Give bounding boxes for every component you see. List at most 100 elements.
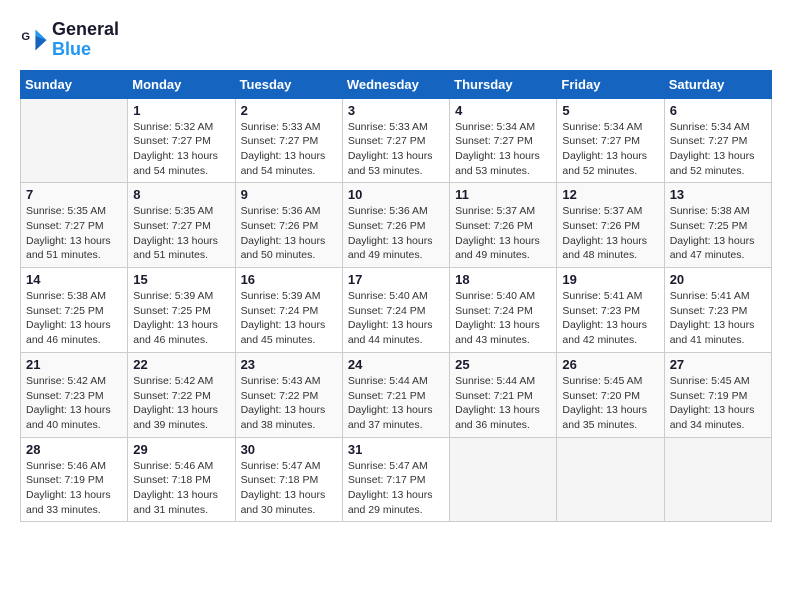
day-cell — [21, 98, 128, 183]
day-cell: 12 Sunrise: 5:37 AMSunset: 7:26 PMDayligh… — [557, 183, 664, 268]
day-cell: 19Sunrise: 5:41 AMSunset: 7:23 PMDayligh… — [557, 268, 664, 353]
day-info: Sunrise: 5:46 AMSunset: 7:18 PMDaylight:… — [133, 459, 229, 518]
day-number: 3 — [348, 103, 444, 118]
day-cell: 5 Sunrise: 5:34 AMSunset: 7:27 PMDaylight… — [557, 98, 664, 183]
day-cell: 27 Sunrise: 5:45 AMSunset: 7:19 PMDayligh… — [664, 352, 771, 437]
day-number: 25 — [455, 357, 551, 372]
day-number: 1 — [133, 103, 229, 118]
day-cell — [450, 437, 557, 522]
day-cell: 30Sunrise: 5:47 AMSunset: 7:18 PMDayligh… — [235, 437, 342, 522]
header-cell-monday: Monday — [128, 70, 235, 98]
day-info: Sunrise: 5:40 AMSunset: 7:24 PMDaylight:… — [348, 289, 444, 348]
day-info: Sunrise: 5:43 AMSunset: 7:22 PMDaylight:… — [241, 374, 337, 433]
day-info: Sunrise: 5:44 AMSunset: 7:21 PMDaylight:… — [455, 374, 551, 433]
day-info: Sunrise: 5:38 AMSunset: 7:25 PMDaylight:… — [26, 289, 122, 348]
day-info: Sunrise: 5:47 AMSunset: 7:17 PMDaylight:… — [348, 459, 444, 518]
day-number: 10 — [348, 187, 444, 202]
day-cell: 25 Sunrise: 5:44 AMSunset: 7:21 PMDayligh… — [450, 352, 557, 437]
day-cell: 24 Sunrise: 5:44 AMSunset: 7:21 PMDayligh… — [342, 352, 449, 437]
day-cell: 11Sunrise: 5:37 AMSunset: 7:26 PMDayligh… — [450, 183, 557, 268]
day-info: Sunrise: 5:36 AMSunset: 7:26 PMDaylight:… — [241, 204, 337, 263]
header-cell-friday: Friday — [557, 70, 664, 98]
logo-icon: G — [20, 26, 48, 54]
day-cell: 22 Sunrise: 5:42 AMSunset: 7:22 PMDayligh… — [128, 352, 235, 437]
day-number: 11 — [455, 187, 551, 202]
day-info: Sunrise: 5:35 AMSunset: 7:27 PMDaylight:… — [133, 204, 229, 263]
day-cell: 28 Sunrise: 5:46 AMSunset: 7:19 PMDayligh… — [21, 437, 128, 522]
day-cell: 23 Sunrise: 5:43 AMSunset: 7:22 PMDayligh… — [235, 352, 342, 437]
day-number: 17 — [348, 272, 444, 287]
day-number: 22 — [133, 357, 229, 372]
day-info: Sunrise: 5:45 AMSunset: 7:19 PMDaylight:… — [670, 374, 766, 433]
week-row-5: 28 Sunrise: 5:46 AMSunset: 7:19 PMDayligh… — [21, 437, 772, 522]
day-number: 23 — [241, 357, 337, 372]
day-cell: 16 Sunrise: 5:39 AMSunset: 7:24 PMDayligh… — [235, 268, 342, 353]
day-info: Sunrise: 5:34 AMSunset: 7:27 PMDaylight:… — [670, 120, 766, 179]
day-info: Sunrise: 5:42 AMSunset: 7:23 PMDaylight:… — [26, 374, 122, 433]
day-cell: 20 Sunrise: 5:41 AMSunset: 7:23 PMDayligh… — [664, 268, 771, 353]
header-cell-thursday: Thursday — [450, 70, 557, 98]
svg-text:G: G — [21, 31, 30, 43]
day-info: Sunrise: 5:36 AMSunset: 7:26 PMDaylight:… — [348, 204, 444, 263]
day-info: Sunrise: 5:35 AMSunset: 7:27 PMDaylight:… — [26, 204, 122, 263]
week-row-1: 1Sunrise: 5:32 AMSunset: 7:27 PMDaylight… — [21, 98, 772, 183]
day-info: Sunrise: 5:38 AMSunset: 7:25 PMDaylight:… — [670, 204, 766, 263]
day-cell: 29 Sunrise: 5:46 AMSunset: 7:18 PMDayligh… — [128, 437, 235, 522]
week-row-2: 7Sunrise: 5:35 AMSunset: 7:27 PMDaylight… — [21, 183, 772, 268]
day-cell: 31Sunrise: 5:47 AMSunset: 7:17 PMDayligh… — [342, 437, 449, 522]
day-number: 24 — [348, 357, 444, 372]
day-number: 5 — [562, 103, 658, 118]
day-cell: 6 Sunrise: 5:34 AMSunset: 7:27 PMDaylight… — [664, 98, 771, 183]
logo-text: General Blue — [52, 20, 119, 60]
day-number: 4 — [455, 103, 551, 118]
day-number: 16 — [241, 272, 337, 287]
day-info: Sunrise: 5:34 AMSunset: 7:27 PMDaylight:… — [562, 120, 658, 179]
day-number: 29 — [133, 442, 229, 457]
day-cell: 4 Sunrise: 5:34 AMSunset: 7:27 PMDaylight… — [450, 98, 557, 183]
day-cell: 21Sunrise: 5:42 AMSunset: 7:23 PMDayligh… — [21, 352, 128, 437]
day-cell — [557, 437, 664, 522]
day-info: Sunrise: 5:47 AMSunset: 7:18 PMDaylight:… — [241, 459, 337, 518]
day-info: Sunrise: 5:42 AMSunset: 7:22 PMDaylight:… — [133, 374, 229, 433]
day-number: 12 — [562, 187, 658, 202]
day-cell: 26Sunrise: 5:45 AMSunset: 7:20 PMDayligh… — [557, 352, 664, 437]
day-number: 15 — [133, 272, 229, 287]
header-cell-wednesday: Wednesday — [342, 70, 449, 98]
day-info: Sunrise: 5:39 AMSunset: 7:24 PMDaylight:… — [241, 289, 337, 348]
day-info: Sunrise: 5:39 AMSunset: 7:25 PMDaylight:… — [133, 289, 229, 348]
week-row-3: 14 Sunrise: 5:38 AMSunset: 7:25 PMDayligh… — [21, 268, 772, 353]
calendar-header: SundayMondayTuesdayWednesdayThursdayFrid… — [21, 70, 772, 98]
day-info: Sunrise: 5:33 AMSunset: 7:27 PMDaylight:… — [348, 120, 444, 179]
day-info: Sunrise: 5:44 AMSunset: 7:21 PMDaylight:… — [348, 374, 444, 433]
calendar-body: 1Sunrise: 5:32 AMSunset: 7:27 PMDaylight… — [21, 98, 772, 522]
day-number: 27 — [670, 357, 766, 372]
day-number: 26 — [562, 357, 658, 372]
day-number: 28 — [26, 442, 122, 457]
day-cell: 10 Sunrise: 5:36 AMSunset: 7:26 PMDayligh… — [342, 183, 449, 268]
day-number: 14 — [26, 272, 122, 287]
day-number: 8 — [133, 187, 229, 202]
day-cell: 3 Sunrise: 5:33 AMSunset: 7:27 PMDaylight… — [342, 98, 449, 183]
day-number: 13 — [670, 187, 766, 202]
header-cell-sunday: Sunday — [21, 70, 128, 98]
day-number: 6 — [670, 103, 766, 118]
day-cell: 2Sunrise: 5:33 AMSunset: 7:27 PMDaylight… — [235, 98, 342, 183]
day-number: 19 — [562, 272, 658, 287]
day-cell: 13 Sunrise: 5:38 AMSunset: 7:25 PMDayligh… — [664, 183, 771, 268]
day-info: Sunrise: 5:34 AMSunset: 7:27 PMDaylight:… — [455, 120, 551, 179]
day-number: 18 — [455, 272, 551, 287]
day-cell: 18Sunrise: 5:40 AMSunset: 7:24 PMDayligh… — [450, 268, 557, 353]
day-cell: 14 Sunrise: 5:38 AMSunset: 7:25 PMDayligh… — [21, 268, 128, 353]
calendar-table: SundayMondayTuesdayWednesdayThursdayFrid… — [20, 70, 772, 523]
logo: G General Blue — [20, 20, 119, 60]
day-number: 20 — [670, 272, 766, 287]
day-info: Sunrise: 5:46 AMSunset: 7:19 PMDaylight:… — [26, 459, 122, 518]
day-cell: 15 Sunrise: 5:39 AMSunset: 7:25 PMDayligh… — [128, 268, 235, 353]
day-cell: 8 Sunrise: 5:35 AMSunset: 7:27 PMDaylight… — [128, 183, 235, 268]
day-info: Sunrise: 5:41 AMSunset: 7:23 PMDaylight:… — [670, 289, 766, 348]
day-info: Sunrise: 5:37 AMSunset: 7:26 PMDaylight:… — [562, 204, 658, 263]
header-row: SundayMondayTuesdayWednesdayThursdayFrid… — [21, 70, 772, 98]
day-info: Sunrise: 5:33 AMSunset: 7:27 PMDaylight:… — [241, 120, 337, 179]
week-row-4: 21Sunrise: 5:42 AMSunset: 7:23 PMDayligh… — [21, 352, 772, 437]
day-cell: 9Sunrise: 5:36 AMSunset: 7:26 PMDaylight… — [235, 183, 342, 268]
